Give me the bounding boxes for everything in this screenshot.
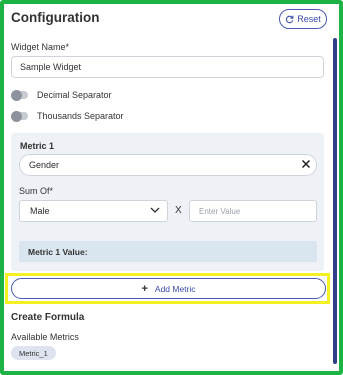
metric-value-input[interactable]: Enter Value [189, 200, 317, 222]
thousands-separator-toggle[interactable] [11, 110, 28, 122]
refresh-icon [286, 15, 294, 23]
sum-of-select[interactable]: Male [19, 200, 168, 222]
thousands-separator-label: Thousands Separator [37, 111, 124, 121]
add-metric-button[interactable]: + Add Metric [11, 278, 326, 299]
decimal-separator-toggle[interactable] [11, 89, 28, 101]
toggle-knob [11, 110, 22, 122]
reset-button[interactable]: Reset [279, 9, 327, 29]
multiply-symbol: X [175, 205, 182, 216]
sum-of-label: Sum Of* [19, 186, 54, 196]
metric-value-label: Metric 1 Value: [19, 241, 317, 262]
widget-name-label: Widget Name* [11, 42, 70, 52]
reset-label: Reset [297, 14, 321, 24]
toggle-knob [11, 89, 22, 101]
available-metrics-label: Available Metrics [11, 332, 79, 342]
metric-chip[interactable]: Metric_1 [11, 346, 56, 360]
page-title: Configuration [11, 10, 100, 25]
create-formula-title: Create Formula [11, 312, 85, 323]
decimal-separator-label: Decimal Separator [37, 90, 112, 100]
metric-field-input[interactable]: Gender [19, 154, 317, 176]
chevron-down-icon [150, 207, 160, 213]
add-metric-label: Add Metric [154, 283, 196, 294]
scrollbar[interactable] [333, 38, 337, 364]
widget-name-input[interactable]: Sample Widget [11, 56, 324, 78]
close-icon[interactable] [300, 158, 312, 170]
metric-title: Metric 1 [20, 141, 55, 151]
plus-icon: + [141, 282, 148, 295]
